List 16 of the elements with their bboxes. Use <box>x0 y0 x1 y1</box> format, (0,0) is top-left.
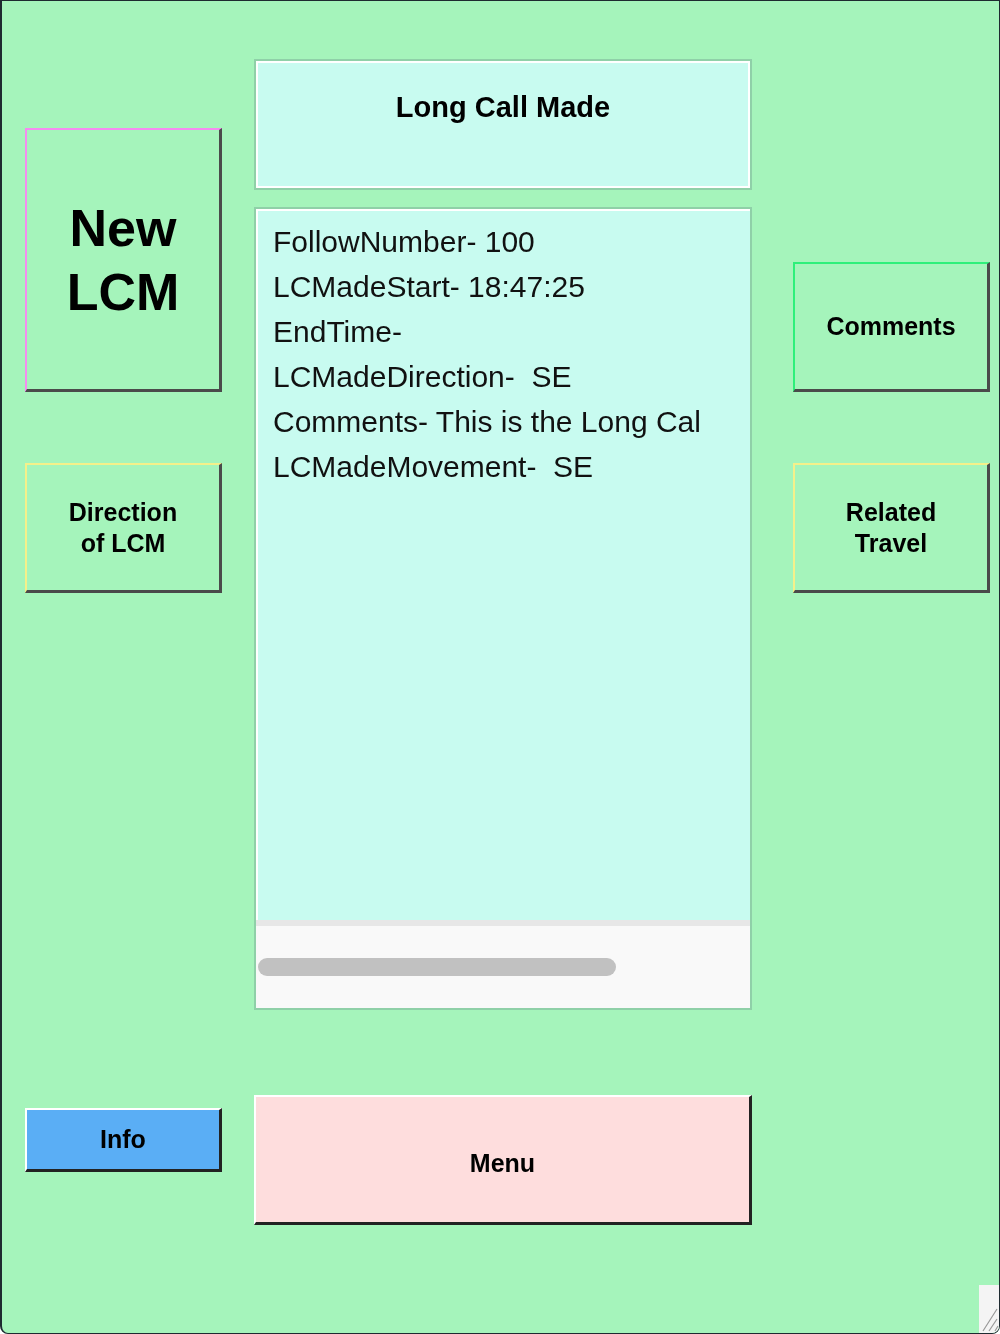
scrollbar-track[interactable] <box>256 920 750 1008</box>
record-line: FollowNumber- 100 <box>273 224 535 260</box>
record-line: Comments- This is the Long Cal <box>273 404 701 440</box>
direction-button[interactable]: Direction of LCM <box>25 463 222 593</box>
record-line: EndTime- <box>273 314 402 350</box>
menu-button[interactable]: Menu <box>254 1095 752 1225</box>
record-line: LCMadeStart- 18:47:25 <box>273 269 585 305</box>
record-line: LCMadeDirection- SE <box>273 359 572 395</box>
comments-button[interactable]: Comments <box>793 262 990 392</box>
record-line: LCMadeMovement- SE <box>273 449 594 485</box>
resize-grip-icon[interactable] <box>979 1285 999 1333</box>
panel-title: Long Call Made <box>395 90 611 125</box>
related-travel-button[interactable]: Related Travel <box>793 463 990 593</box>
scrollbar-thumb[interactable] <box>258 958 616 976</box>
info-button[interactable]: Info <box>25 1108 222 1172</box>
new-lcm-button[interactable]: New LCM <box>25 128 222 392</box>
